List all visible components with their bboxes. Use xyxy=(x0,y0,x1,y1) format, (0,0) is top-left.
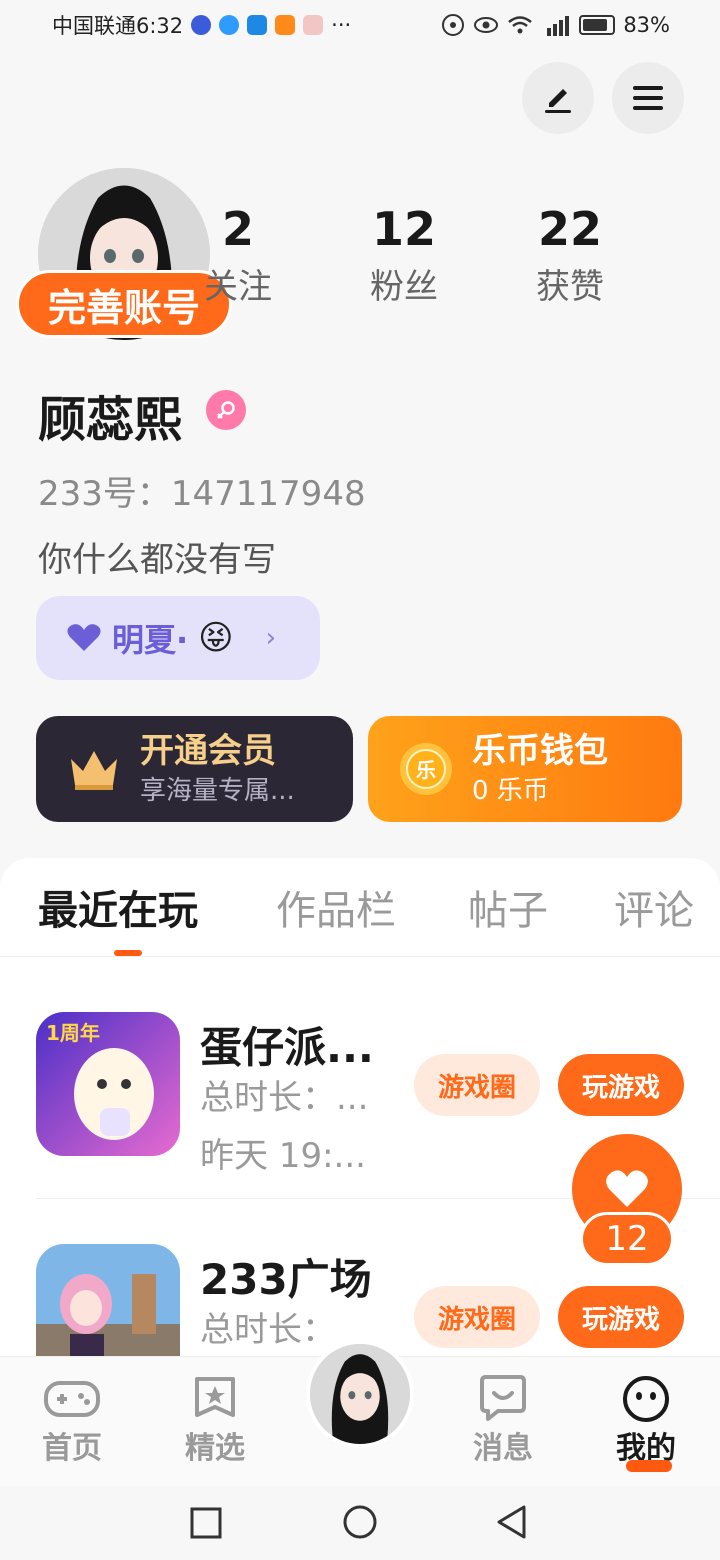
game-last-played: 昨天 19:... xyxy=(200,1136,366,1176)
stat-likes[interactable]: 22 获赞 xyxy=(500,200,640,316)
recent-apps-icon[interactable] xyxy=(190,1507,222,1539)
game-duration: 总时长： xyxy=(200,1310,336,1350)
chat-bubble-icon xyxy=(453,1371,553,1427)
vip-text: 开通会员 享海量专属... xyxy=(140,729,295,809)
wallet-text: 乐币钱包 0 乐币 xyxy=(472,729,608,809)
wifi-icon xyxy=(508,16,533,34)
like-count: 12 xyxy=(580,1212,674,1266)
pencil-icon xyxy=(545,89,571,113)
coin-glyph: 乐 xyxy=(416,758,436,782)
chevron-right-icon: › xyxy=(265,623,277,653)
female-symbol-icon xyxy=(217,401,235,419)
tag-text: 明夏· xyxy=(112,621,189,659)
nav-home[interactable]: 首页 xyxy=(22,1371,122,1471)
star-bookmark-icon xyxy=(165,1371,265,1427)
nav-avatar-button[interactable] xyxy=(306,1340,414,1448)
edit-profile-button[interactable] xyxy=(522,62,594,134)
battery-percent: 83% xyxy=(623,13,670,37)
signal-icon xyxy=(547,16,570,36)
home-icon[interactable] xyxy=(343,1505,377,1539)
nfc-icon xyxy=(442,14,465,36)
nav-messages-label: 消息 xyxy=(473,1431,533,1466)
gamepad-icon xyxy=(22,1371,122,1427)
status-left: 中国联通6:32 ··· xyxy=(52,10,351,40)
game-circle-button[interactable]: 游戏圈 xyxy=(414,1286,540,1348)
play-game-button[interactable]: 玩游戏 xyxy=(558,1286,684,1348)
gift-app-icon xyxy=(303,15,324,35)
browser-app-icon xyxy=(219,15,240,35)
tab-comments[interactable]: 评论 xyxy=(614,878,694,936)
more-notifications: ··· xyxy=(331,13,352,37)
vip-title: 开通会员 xyxy=(140,731,276,771)
nav-home-label: 首页 xyxy=(42,1431,102,1466)
carrier-time: 中国联通6:32 xyxy=(52,14,184,38)
game-circle-button[interactable]: 游戏圈 xyxy=(414,1054,540,1116)
game-icon-eggy-party[interactable]: 1周年 xyxy=(36,1012,180,1156)
tab-bar: 最近在玩 作品栏 帖子 评论 xyxy=(0,878,720,958)
coin-icon: 乐 xyxy=(396,739,456,799)
nav-avatar-illustration xyxy=(310,1344,410,1444)
face-icon xyxy=(596,1371,696,1427)
following-label: 关注 xyxy=(204,267,272,307)
like-heart-icon xyxy=(606,1170,648,1207)
nav-featured-label: 精选 xyxy=(185,1431,245,1466)
play-game-button[interactable]: 玩游戏 xyxy=(558,1054,684,1116)
heart-icon xyxy=(67,624,101,651)
game-duration: 总时长：... xyxy=(200,1078,369,1118)
tab-divider xyxy=(0,956,720,957)
nav-messages[interactable]: 消息 xyxy=(453,1371,553,1471)
tab-works[interactable]: 作品栏 xyxy=(276,878,396,936)
likes-count: 22 xyxy=(537,202,602,256)
wallet-balance: 0 乐币 xyxy=(472,776,549,806)
system-nav-icons xyxy=(190,1505,526,1539)
relationship-tag[interactable]: 明夏· 😝 › xyxy=(36,596,320,680)
likes-label: 获赞 xyxy=(536,267,604,307)
tab-recently-played[interactable]: 最近在玩 xyxy=(38,878,198,936)
game-icon-233-plaza[interactable] xyxy=(36,1244,180,1356)
wallet-title: 乐币钱包 xyxy=(472,731,608,771)
system-nav-bar xyxy=(0,1486,720,1560)
stat-followers[interactable]: 12 粉丝 xyxy=(334,200,474,316)
hamburger-icon xyxy=(633,86,663,110)
game-title: 蛋仔派... xyxy=(200,1023,374,1072)
tag-emoji: 😝 xyxy=(198,618,234,658)
battery-icon xyxy=(579,15,616,35)
following-count: 2 xyxy=(221,202,254,256)
vip-card[interactable]: 开通会员 享海量专属... xyxy=(36,716,353,822)
back-icon[interactable] xyxy=(497,1505,526,1539)
anniversary-label: 1周年 xyxy=(46,1021,100,1045)
status-right: 83% xyxy=(441,13,670,37)
eye-icon xyxy=(474,17,499,33)
video-app-icon xyxy=(275,15,296,35)
vip-subtitle: 享海量专属... xyxy=(140,776,295,806)
nav-me[interactable]: 我的 xyxy=(596,1371,696,1471)
nav-featured[interactable]: 精选 xyxy=(165,1371,265,1471)
active-nav-indicator xyxy=(626,1460,672,1472)
wallet-card[interactable]: 乐 乐币钱包 0 乐币 xyxy=(368,716,682,822)
weather-app-icon xyxy=(247,15,268,35)
username: 顾蕊熙 xyxy=(38,392,183,448)
menu-button[interactable] xyxy=(612,62,684,134)
user-id: 233号：147117948 xyxy=(38,474,366,514)
tab-posts[interactable]: 帖子 xyxy=(468,878,548,936)
crown-icon xyxy=(64,739,124,799)
game-title: 233广场 xyxy=(200,1255,372,1304)
followers-count: 12 xyxy=(371,202,436,256)
female-gender-icon xyxy=(206,390,246,430)
bio: 你什么都没有写 xyxy=(38,540,276,580)
status-bar: 中国联通6:32 ··· 83% xyxy=(0,0,720,50)
music-app-icon xyxy=(191,15,212,35)
stat-following[interactable]: 2 关注 xyxy=(168,200,308,316)
followers-label: 粉丝 xyxy=(370,267,438,307)
